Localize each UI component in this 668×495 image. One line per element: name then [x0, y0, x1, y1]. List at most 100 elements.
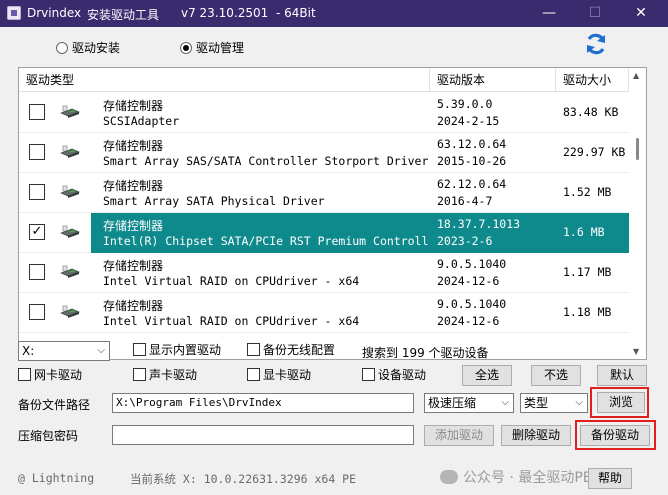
bits-label: - 64Bit — [276, 6, 316, 20]
driver-date: 2024-2-15 — [437, 114, 500, 128]
delete-driver-button[interactable]: 删除驱动 — [501, 425, 571, 446]
compression-select[interactable]: 极速压缩 ⌵ — [424, 393, 514, 413]
drive-select[interactable]: X: ⌵ — [18, 341, 110, 361]
compression-select-value: 极速压缩 — [428, 396, 477, 410]
chevron-down-icon: ⌵ — [575, 397, 583, 408]
author-label: @ Lightning — [18, 471, 95, 485]
driver-size: 1.18 MB — [563, 305, 612, 319]
driver-size: 1.52 MB — [563, 185, 612, 199]
wechat-icon — [440, 470, 458, 484]
refresh-icon[interactable] — [583, 31, 609, 57]
row-checkbox[interactable]: ✓ — [29, 224, 45, 240]
row-checkbox[interactable] — [29, 144, 45, 160]
backup-wireless-label: 备份无线配置 — [263, 343, 336, 357]
storage-controller-icon — [60, 105, 80, 118]
driver-list[interactable]: 驱动类型 驱动版本 驱动大小 存储控制器 SCSIAdapter 5.39.0.0 2… — [18, 67, 647, 360]
radio-indicator — [56, 42, 68, 54]
driver-date: 2024-12-6 — [437, 314, 500, 328]
driver-date: 2024-12-6 — [437, 274, 500, 288]
row-checkbox[interactable] — [29, 264, 45, 280]
scroll-up-arrow-icon[interactable]: ▲ — [633, 71, 639, 80]
driver-version: 5.39.0.0 — [437, 97, 493, 111]
show-builtin-checkbox[interactable]: 显示内置驱动 — [133, 343, 221, 359]
device-driver-checkbox[interactable]: 设备驱动 — [362, 368, 426, 384]
checkbox-box — [133, 343, 146, 356]
drive-select-value: X: — [22, 344, 35, 358]
backup-wireless-checkbox[interactable]: 备份无线配置 — [247, 343, 335, 359]
driver-category: 存储控制器 — [103, 179, 164, 193]
type-select[interactable]: 类型 ⌵ — [520, 393, 588, 413]
install-mode-radio[interactable]: 驱动安装 — [56, 39, 120, 55]
add-driver-button[interactable]: 添加驱动 — [424, 425, 494, 446]
sound-driver-checkbox[interactable]: 声卡驱动 — [133, 368, 197, 384]
table-row[interactable]: 存储控制器 Intel Virtual RAID on CPUdriver - x… — [19, 253, 629, 293]
help-button[interactable]: 帮助 — [588, 468, 632, 489]
driver-version: 9.0.5.1040 — [437, 297, 507, 311]
column-header-type[interactable]: 驱动类型 — [19, 68, 430, 92]
main-window: 驱动安装 驱动管理 驱动类型 驱动版本 驱动大小 存储控制器 SCSIAdapte… — [0, 27, 668, 495]
driver-name: Smart Array SATA Physical Driver — [103, 194, 325, 208]
driver-name: Smart Array SAS/SATA Controller Storport… — [103, 154, 429, 168]
display-driver-label: 显卡驱动 — [263, 368, 312, 382]
backup-path-input[interactable]: X:\Program Files\DrvIndex — [112, 393, 414, 413]
highlight-box — [590, 387, 649, 418]
storage-controller-icon — [60, 145, 80, 158]
select-all-button[interactable]: 全选 — [462, 365, 512, 386]
driver-date: 2015-10-26 — [437, 154, 507, 168]
type-select-value: 类型 — [524, 396, 549, 410]
select-none-button[interactable]: 不选 — [531, 365, 581, 386]
column-header-version[interactable]: 驱动版本 — [430, 68, 556, 92]
minimize-button[interactable]: — — [526, 0, 572, 27]
column-header-size[interactable]: 驱动大小 — [556, 68, 629, 92]
table-row[interactable]: ✓ 存储控制器 Intel(R) Chipset SATA/PCIe RST Pre… — [19, 213, 629, 253]
table-row[interactable]: 存储控制器 SCSIAdapter 5.39.0.0 2024-2-15 83.48 K… — [19, 93, 629, 133]
device-driver-label: 设备驱动 — [378, 368, 427, 382]
vertical-scrollbar[interactable]: ▲ ▼ — [629, 68, 646, 359]
list-header: 驱动类型 驱动版本 驱动大小 — [19, 68, 629, 92]
table-row[interactable]: 存储控制器 Smart Array SAS/SATA Controller Sto… — [19, 133, 629, 173]
app-icon — [7, 6, 21, 20]
row-checkbox[interactable] — [29, 104, 45, 120]
backup-path-label: 备份文件路径 — [18, 398, 91, 412]
manage-mode-label: 驱动管理 — [196, 41, 245, 55]
show-builtin-label: 显示内置驱动 — [149, 343, 222, 357]
scroll-down-arrow-icon[interactable]: ▼ — [633, 347, 639, 356]
driver-version: 18.37.7.1013 — [437, 217, 521, 231]
driver-category: 存储控制器 — [103, 99, 164, 113]
driver-category: 存储控制器 — [103, 299, 164, 313]
default-button[interactable]: 默认 — [597, 365, 647, 386]
driver-category: 存储控制器 — [103, 139, 164, 153]
checkbox-box — [247, 368, 260, 381]
checkbox-box — [362, 368, 375, 381]
driver-date: 2016-4-7 — [437, 194, 493, 208]
driver-date: 2023-2-6 — [437, 234, 493, 248]
maximize-button[interactable]: ☐ — [572, 0, 618, 27]
driver-size: 1.17 MB — [563, 265, 612, 279]
table-row[interactable]: 存储控制器 Smart Array SATA Physical Driver 62.… — [19, 173, 629, 213]
radio-indicator — [180, 42, 192, 54]
table-row[interactable]: 存储控制器 Intel Virtual RAID on CPUdriver - x… — [19, 293, 629, 333]
title-bar: Drvindex 安装驱动工具 v7 23.10.2501 - 64Bit — … — [0, 0, 668, 27]
sound-driver-label: 声卡驱动 — [149, 368, 198, 382]
app-name: Drvindex — [27, 6, 82, 20]
checkbox-box — [133, 368, 146, 381]
close-button[interactable]: ✕ — [618, 0, 664, 27]
manage-mode-radio[interactable]: 驱动管理 — [180, 39, 244, 55]
row-checkbox[interactable] — [29, 184, 45, 200]
status-bar: @ Lightning 当前系统 X: 10.0.22631.3296 x64 … — [0, 464, 668, 495]
display-driver-checkbox[interactable]: 显卡驱动 — [247, 368, 311, 384]
row-checkbox[interactable] — [29, 304, 45, 320]
driver-name: Intel(R) Chipset SATA/PCIe RST Premium C… — [103, 234, 429, 248]
password-input[interactable] — [112, 425, 414, 445]
highlight-box — [575, 420, 656, 450]
chevron-down-icon: ⌵ — [501, 397, 509, 408]
install-mode-label: 驱动安装 — [72, 41, 121, 55]
net-driver-checkbox[interactable]: 网卡驱动 — [18, 368, 82, 384]
watermark: 公众号 · 最全驱动PE — [440, 467, 592, 487]
driver-category: 存储控制器 — [103, 219, 164, 233]
driver-version: 63.12.0.64 — [437, 137, 507, 151]
search-result-text: 搜索到 199 个驱动设备 — [362, 346, 489, 360]
driver-version: 9.0.5.1040 — [437, 257, 507, 271]
tool-title: 安装驱动工具 — [87, 8, 160, 22]
scroll-thumb[interactable] — [636, 138, 639, 160]
